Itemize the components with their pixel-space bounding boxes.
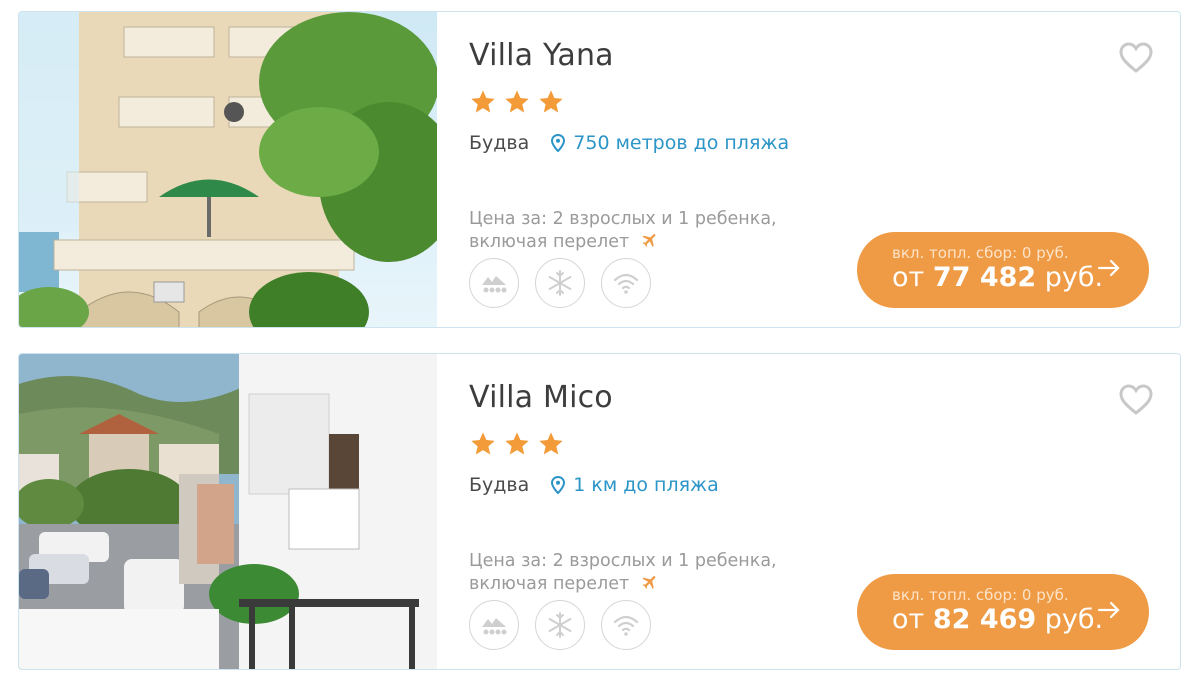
beach-icon [469, 258, 519, 308]
hotel-card-villa-yana[interactable]: Villa Yana Будва 750 метров до пляжа Цен… [18, 11, 1181, 328]
amenities [469, 600, 651, 650]
wifi-icon [601, 258, 651, 308]
fuel-fee-label: вкл. топл. сбор: 0 руб. [892, 586, 1069, 604]
snowflake-icon [535, 258, 585, 308]
price-note-line: включая перелет [469, 232, 630, 252]
price-amount: 82 469 [932, 604, 1037, 635]
hotel-card-villa-mico[interactable]: Villa Mico Будва 1 км до пляжа Цена за: … [18, 353, 1181, 670]
price-note: Цена за: 2 взрослых и 1 ребенка, включая… [469, 550, 777, 596]
beach-distance-link[interactable]: 1 км до пляжа [573, 474, 719, 496]
map-pin-icon [551, 134, 566, 152]
location-row: Будва 1 км до пляжа [469, 474, 719, 496]
star-icon [471, 432, 495, 455]
price-prefix: от [892, 262, 925, 293]
star-icon [539, 432, 563, 455]
map-pin-icon [551, 476, 566, 494]
city-label: Будва [469, 132, 530, 154]
star-rating [469, 430, 565, 458]
star-icon [471, 90, 495, 113]
beach-distance-link[interactable]: 750 метров до пляжа [573, 132, 789, 154]
price-note-line: Цена за: 2 взрослых и 1 ребенка, [469, 551, 777, 571]
price-label: от 82 469 руб. [892, 604, 1103, 635]
star-icon [505, 90, 529, 113]
location-row: Будва 750 метров до пляжа [469, 132, 789, 154]
hotel-photo[interactable] [19, 12, 437, 327]
beach-icon [469, 600, 519, 650]
star-rating [469, 88, 565, 116]
snowflake-icon [535, 600, 585, 650]
price-note-line: Цена за: 2 взрослых и 1 ребенка, [469, 209, 777, 229]
favorite-heart-icon[interactable] [1119, 42, 1153, 74]
hotel-name[interactable]: Villa Mico [469, 380, 613, 415]
price-amount: 77 482 [932, 262, 1037, 293]
wifi-icon [601, 600, 651, 650]
fuel-fee-label: вкл. топл. сбор: 0 руб. [892, 244, 1069, 262]
arrow-right-icon [1097, 601, 1120, 619]
amenities [469, 258, 651, 308]
price-label: от 77 482 руб. [892, 262, 1103, 293]
star-icon [539, 90, 563, 113]
price-note: Цена за: 2 взрослых и 1 ребенка, включая… [469, 208, 777, 254]
price-note-line: включая перелет [469, 574, 630, 594]
favorite-heart-icon[interactable] [1119, 384, 1153, 416]
price-prefix: от [892, 604, 925, 635]
star-icon [505, 432, 529, 455]
hotel-photo[interactable] [19, 354, 437, 669]
city-label: Будва [469, 474, 530, 496]
plane-icon [642, 576, 656, 589]
price-button[interactable]: вкл. топл. сбор: 0 руб. от 77 482 руб. [857, 232, 1149, 308]
price-button[interactable]: вкл. топл. сбор: 0 руб. от 82 469 руб. [857, 574, 1149, 650]
plane-icon [642, 234, 656, 247]
arrow-right-icon [1097, 259, 1120, 277]
hotel-name[interactable]: Villa Yana [469, 38, 614, 73]
